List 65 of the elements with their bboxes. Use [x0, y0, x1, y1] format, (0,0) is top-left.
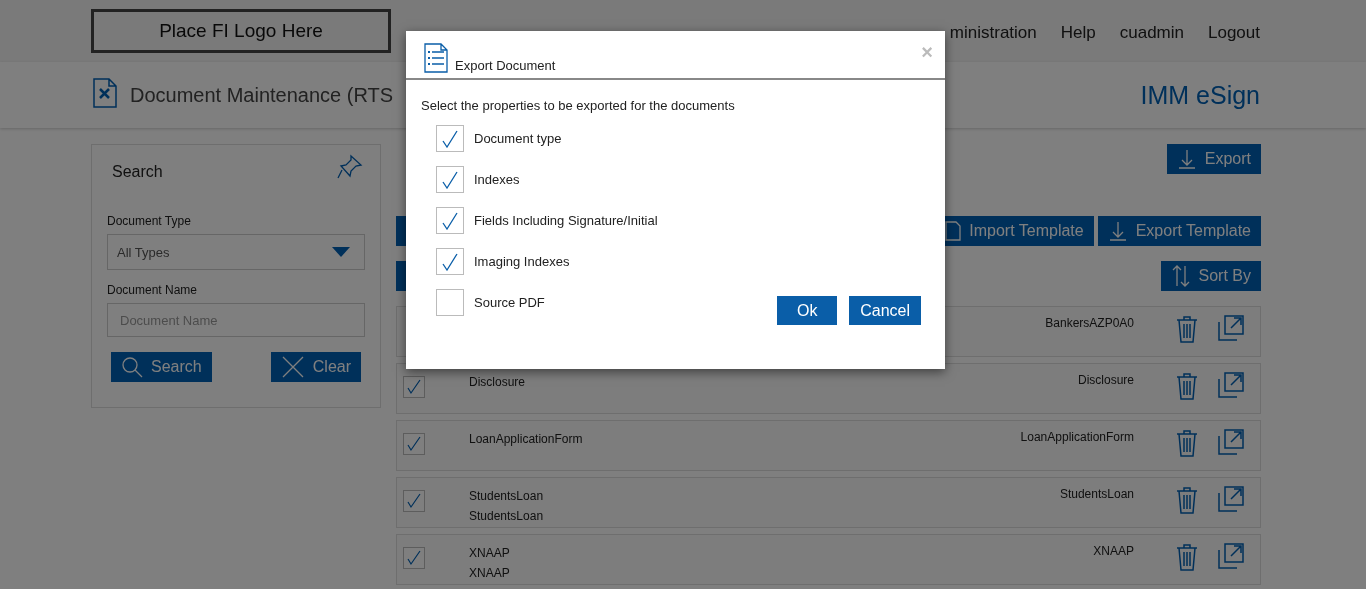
document-name: XNAAP: [469, 565, 511, 581]
row-checkbox[interactable]: [403, 490, 425, 512]
document-name: Disclosure: [469, 374, 526, 390]
document-type: XNAAP: [1093, 543, 1134, 559]
option-checkbox[interactable]: [436, 207, 464, 234]
download-icon: [1107, 221, 1128, 241]
sort-icon: [1170, 264, 1191, 288]
search-button[interactable]: Search: [111, 352, 212, 382]
field-label: Document Type: [107, 214, 192, 228]
list-document-icon: [424, 43, 448, 73]
document-name: XNAAP: [469, 545, 511, 561]
trash-icon[interactable]: [1176, 429, 1198, 457]
option-checkbox[interactable]: [436, 289, 464, 316]
trash-icon[interactable]: [1176, 372, 1198, 400]
page-title: Document Maintenance (RTS: [130, 83, 394, 107]
row-checkbox[interactable]: [403, 376, 425, 398]
document-type: LoanApplicationForm: [1020, 429, 1134, 445]
download-icon: [1176, 149, 1197, 169]
nav-link[interactable]: cuadmin: [1119, 23, 1184, 43]
close-button[interactable]: ×: [921, 41, 933, 64]
field-label: Document Name: [107, 283, 199, 297]
option-checkbox[interactable]: [436, 166, 464, 193]
trash-icon[interactable]: [1176, 486, 1198, 514]
document-name: StudentsLoan: [469, 508, 545, 524]
trash-icon[interactable]: [1176, 315, 1198, 343]
ok-button[interactable]: Ok: [777, 296, 838, 325]
search-icon: [121, 356, 143, 378]
option-label: Source PDF: [474, 295, 545, 310]
dialog-title: Export Document: [455, 58, 556, 73]
close-icon: [280, 355, 305, 379]
clear-button[interactable]: Clear: [270, 352, 361, 382]
panel-title: Search: [112, 163, 163, 181]
pin-icon[interactable]: [337, 153, 365, 179]
open-external-icon[interactable]: [1218, 486, 1244, 512]
open-external-icon[interactable]: [1218, 315, 1244, 341]
option-label: Fields Including Signature/Initial: [474, 213, 658, 228]
document-name: StudentsLoan: [469, 488, 545, 504]
row-checkbox[interactable]: [403, 547, 425, 569]
export-template-button[interactable]: Export Template: [1097, 216, 1261, 246]
row-checkbox[interactable]: [403, 433, 425, 455]
option-label: Document type: [474, 131, 562, 146]
nav-link[interactable]: Help: [1060, 23, 1096, 43]
option-label: Indexes: [474, 172, 520, 187]
option-checkbox[interactable]: [436, 248, 464, 275]
export-button[interactable]: Export: [1166, 144, 1261, 174]
trash-icon[interactable]: [1176, 543, 1198, 571]
document-type: Disclosure: [1078, 372, 1134, 388]
brand-name: IMM eSign: [1140, 80, 1260, 110]
document-name: LoanApplicationForm: [469, 431, 584, 447]
sort-button[interactable]: Sort By: [1160, 261, 1261, 291]
cancel-button[interactable]: Cancel: [849, 296, 921, 325]
document-type: StudentsLoan: [1059, 486, 1134, 502]
document-type: BankersAZP0A0: [1045, 315, 1134, 331]
nav-link[interactable]: ministration: [949, 23, 1037, 43]
open-external-icon[interactable]: [1218, 429, 1244, 455]
nav-link[interactable]: Logout: [1208, 23, 1260, 43]
logo: Place FI Logo Here: [91, 9, 391, 53]
dialog-prompt: Select the properties to be exported for the documents: [421, 98, 736, 113]
option-label: Imaging Indexes: [474, 254, 570, 269]
open-external-icon[interactable]: [1218, 543, 1244, 569]
document-type-dropdown[interactable]: All Types: [107, 234, 365, 270]
document-icon: [93, 78, 117, 108]
option-checkbox[interactable]: [436, 125, 464, 152]
open-external-icon[interactable]: [1218, 372, 1244, 398]
caret-icon: [332, 247, 350, 257]
